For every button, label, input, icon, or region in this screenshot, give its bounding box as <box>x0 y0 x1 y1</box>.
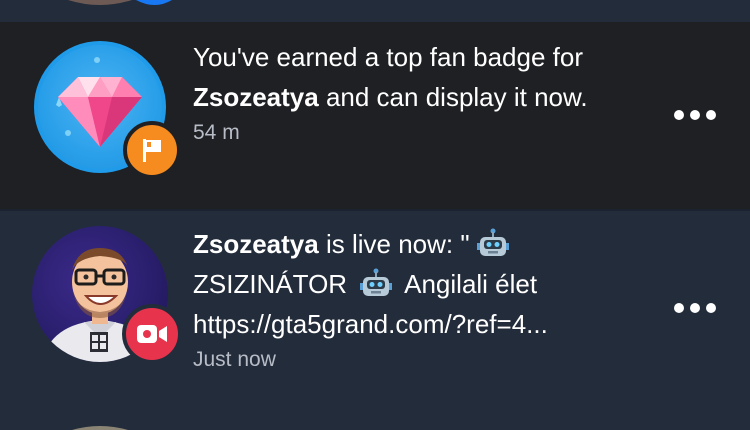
message-suffix: and can display it now. <box>318 82 588 112</box>
message-prefix: You've earned a top fan badge for <box>193 42 583 72</box>
more-dot-icon <box>690 110 700 120</box>
live-link: https://gta5grand.com/?ref=4... <box>193 309 548 339</box>
more-dot-icon <box>706 110 716 120</box>
notification-2-text: Zsozeatya is live now: " ZSIZINÁTOR Angi… <box>193 224 653 372</box>
robot-emoji <box>476 228 509 256</box>
more-dot-icon <box>690 303 700 313</box>
live-message: is live now: " <box>318 229 470 259</box>
more-options-button[interactable] <box>674 110 716 120</box>
page-name: Zsozeatya <box>193 229 319 259</box>
page-name: Zsozeatya <box>193 82 319 112</box>
notification-2-time: Just now <box>193 348 276 371</box>
notification-1-message: You've earned a top fan badge for Zsozea… <box>193 37 653 117</box>
notification-1-time: 54 m <box>193 121 240 144</box>
previous-notification-stub[interactable] <box>0 0 750 22</box>
live-title: ZSIZINÁTOR <box>193 269 348 299</box>
video-camera-icon <box>137 325 167 343</box>
robot-emoji <box>360 268 393 296</box>
notification-1-text: You've earned a top fan badge for Zsozea… <box>193 37 653 145</box>
more-dot-icon <box>674 110 684 120</box>
next-notification-stub[interactable] <box>0 406 750 430</box>
flag-badge <box>123 121 181 179</box>
live-title-suffix: Angilali élet <box>404 269 538 299</box>
previous-avatar-partial <box>68 0 172 5</box>
notification-2-message: Zsozeatya is live now: " ZSIZINÁTOR Angi… <box>193 224 653 344</box>
more-dot-icon <box>706 303 716 313</box>
next-avatar-partial <box>72 426 128 430</box>
more-options-button[interactable] <box>674 303 716 313</box>
more-dot-icon <box>674 303 684 313</box>
flag-icon <box>143 139 161 162</box>
live-video-badge <box>122 304 182 364</box>
